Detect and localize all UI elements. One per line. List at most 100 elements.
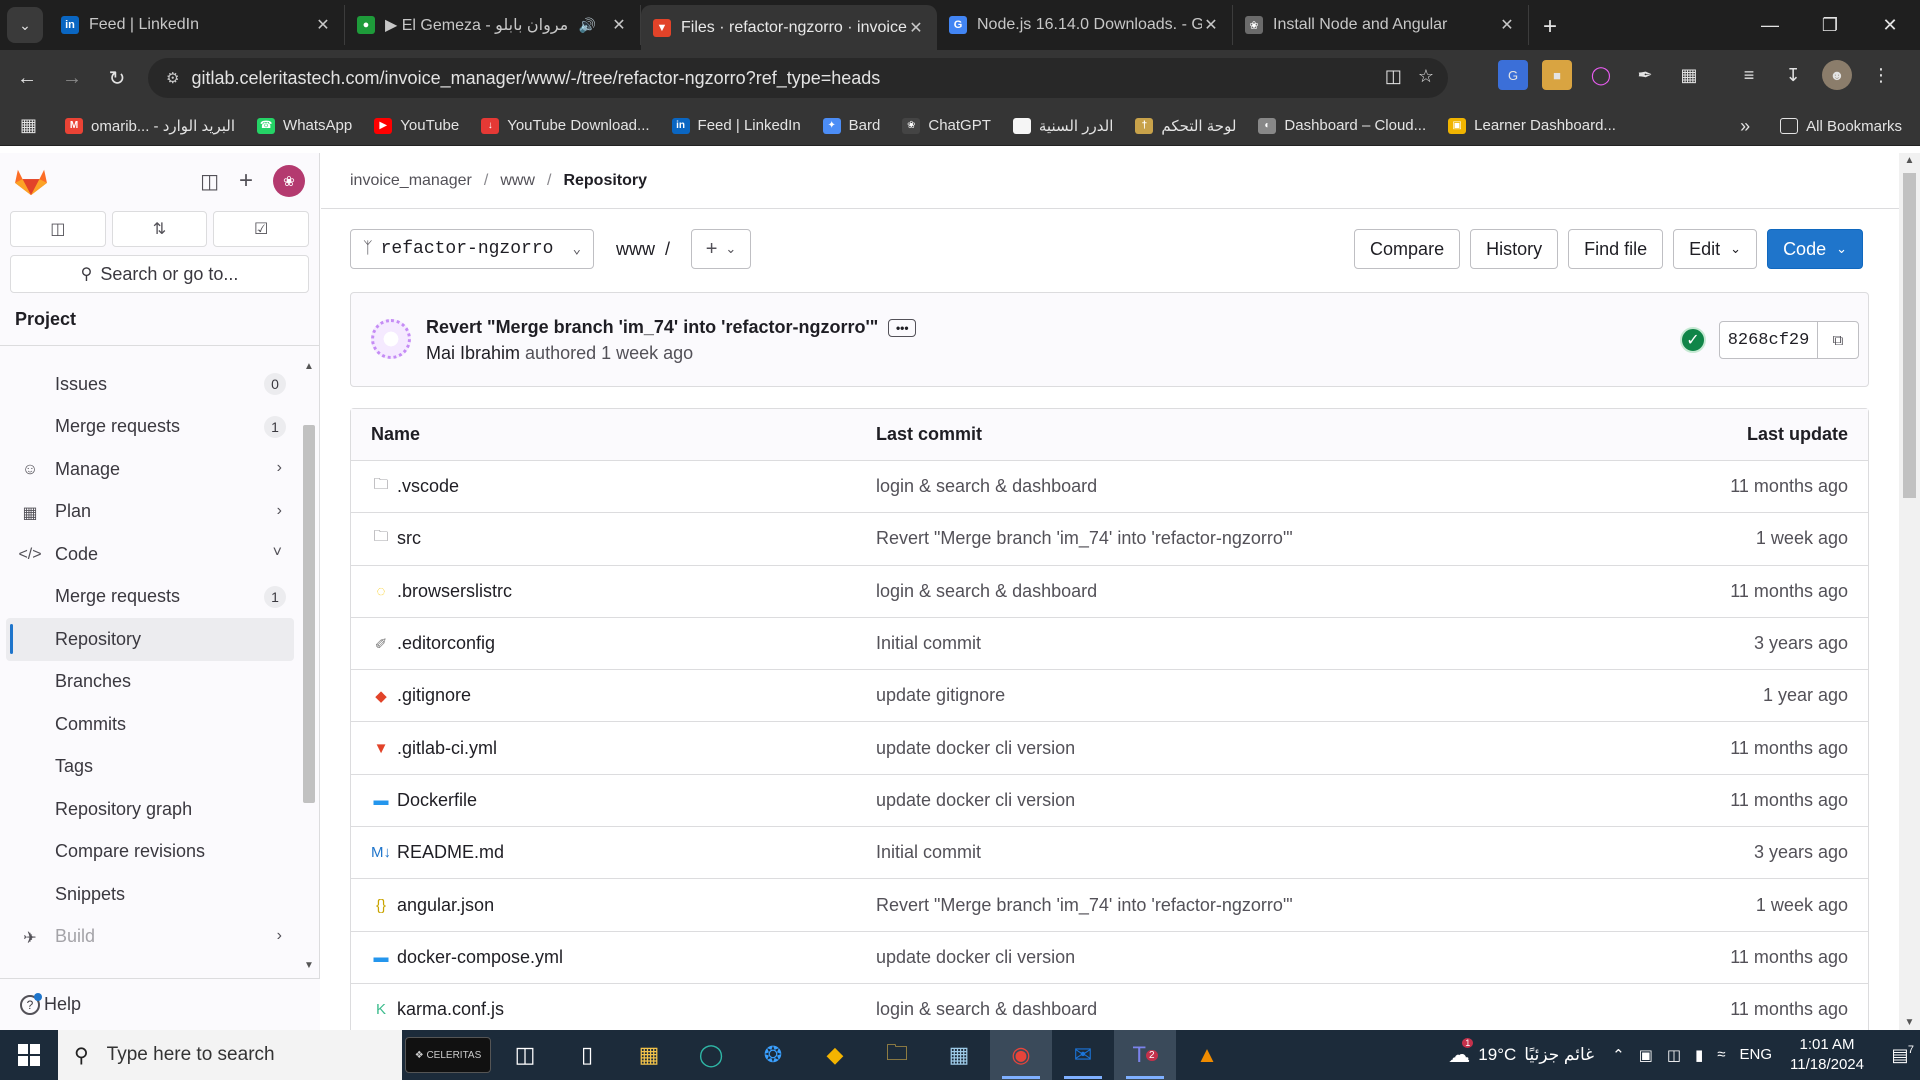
table-row[interactable]: M↓ README.md Initial commit 3 years ago (351, 827, 1868, 880)
last-commit-message[interactable]: login & search & dashboard (876, 984, 1097, 1030)
wifi-icon[interactable]: ≈ (1717, 1046, 1725, 1064)
scroll-down-icon[interactable]: ▼ (301, 960, 317, 976)
browser-tab[interactable]: ● ▶ El Gemeza - مروان بابلو 🔊 ✕ (345, 5, 641, 45)
table-row[interactable]: ▬ docker-compose.yml update docker cli ver… (351, 932, 1868, 984)
media-control-icon[interactable]: ≡ (1734, 60, 1764, 90)
file-explorer-icon[interactable]: 🗀 (866, 1030, 928, 1080)
start-button[interactable] (0, 1030, 58, 1080)
back-button[interactable]: ← (9, 60, 45, 96)
toggle-sidebar-icon[interactable]: ◫ (200, 169, 219, 194)
bookmark-item[interactable]: ❀ ChatGPT (902, 117, 991, 134)
close-tab-icon[interactable]: ✕ (1202, 15, 1220, 35)
table-row[interactable]: ✐ .editorconfig Initial commit 3 years ago (351, 618, 1868, 671)
file-name-cell[interactable]: {} angular.json (371, 879, 494, 930)
file-name-cell[interactable]: ▼ .gitlab-ci.yml (371, 722, 497, 773)
file-name[interactable]: .browserslistrc (397, 581, 512, 602)
language-indicator[interactable]: ENG (1740, 1046, 1773, 1064)
new-tab-button[interactable]: + (1543, 13, 1557, 41)
close-tab-icon[interactable]: ✕ (907, 18, 925, 38)
file-name-cell[interactable]: ◆ .gitignore (371, 670, 471, 721)
chrome-icon[interactable]: ◉ (990, 1030, 1052, 1080)
store-icon[interactable]: ▦ (618, 1030, 680, 1080)
browser-tab[interactable]: ❀ Install Node and Angular ✕ (1233, 5, 1529, 45)
file-name[interactable]: .gitlab-ci.yml (397, 738, 497, 759)
sidebar-item-build[interactable]: ✈ Build › (0, 916, 296, 959)
last-commit-message[interactable]: Revert "Merge branch 'im_74' into 'refac… (876, 879, 1293, 930)
search-or-go-button[interactable]: ⚲ Search or go to... (10, 255, 309, 293)
file-name-cell[interactable]: 🗀 .vscode (371, 461, 459, 512)
last-commit-message[interactable]: login & search & dashboard (876, 461, 1097, 512)
last-commit-message[interactable]: Initial commit (876, 827, 981, 878)
bookmark-star-icon[interactable]: ☆ (1418, 66, 1434, 87)
add-file-dropdown[interactable]: + ⌄ (691, 229, 751, 269)
browser-tab[interactable]: G Node.js 16.14.0 Downloads. - G ✕ (937, 5, 1233, 45)
browser-tab[interactable]: ▼ Files · refactor-ngzorro · invoice ✕ (641, 5, 937, 50)
reload-button[interactable]: ↻ (99, 60, 135, 96)
bookmark-item[interactable]: ✦ Bard (822, 117, 880, 134)
file-name[interactable]: docker-compose.yml (397, 947, 563, 968)
download-icon[interactable]: ↧ (1778, 60, 1808, 90)
vlc-icon[interactable]: ▲ (1176, 1030, 1238, 1080)
clock[interactable]: 1:01 AM 11/18/2024 (1790, 1035, 1864, 1075)
task-view-icon[interactable]: ◫ (494, 1030, 556, 1080)
file-name[interactable]: karma.conf.js (397, 999, 504, 1020)
history-button[interactable]: History (1470, 229, 1559, 269)
table-row[interactable]: 🗀 src Revert "Merge branch 'im_74' into 'r… (351, 513, 1868, 566)
file-name-cell[interactable]: M↓ README.md (371, 827, 504, 878)
bookmark-item[interactable]: in Feed | LinkedIn (671, 117, 801, 134)
file-app-icon[interactable]: ▯ (556, 1030, 618, 1080)
last-commit-message[interactable]: update docker cli version (876, 775, 1075, 826)
taskbar-search[interactable]: ⚲ Type here to search (58, 1030, 402, 1080)
table-row[interactable]: ▼ .gitlab-ci.yml update docker cli version… (351, 722, 1868, 775)
file-name-cell[interactable]: ◌ .browserslistrc (371, 566, 512, 617)
teams-icon[interactable]: T2 (1114, 1030, 1176, 1080)
file-name[interactable]: src (397, 528, 421, 549)
last-commit-message[interactable]: update gitignore (876, 670, 1005, 721)
path-root[interactable]: www (616, 239, 655, 259)
close-tab-icon[interactable]: ✕ (1498, 15, 1516, 35)
breadcrumb-group[interactable]: invoice_manager (350, 172, 472, 190)
file-name[interactable]: .vscode (397, 476, 459, 497)
eyedropper-extension-icon[interactable]: ✒ (1630, 60, 1660, 90)
extensions-puzzle-icon[interactable]: ▦ (1674, 60, 1704, 90)
pipeline-passed-icon[interactable]: ✓ (1680, 327, 1706, 353)
bookmark-item[interactable]: ▣ Learner Dashboard... (1448, 117, 1616, 134)
bookmark-item[interactable]: ☎ WhatsApp (257, 117, 352, 134)
bookmark-item[interactable]: Momarib... - البريد الوارد (65, 117, 235, 135)
last-commit-message[interactable]: login & search & dashboard (876, 566, 1097, 617)
todo-button[interactable]: ☑ (213, 211, 310, 247)
color-extension-icon[interactable]: ◯ (1586, 60, 1616, 90)
restore-button[interactable]: ❐ (1800, 0, 1860, 50)
sidebar-item-issues[interactable]: Issues 0 (0, 363, 296, 406)
install-app-icon[interactable]: ◫ (1385, 66, 1402, 87)
more-bookmarks-icon[interactable]: » (1740, 116, 1750, 137)
notepad-app-icon[interactable]: ▦ (928, 1030, 990, 1080)
create-new-icon[interactable]: + (239, 167, 253, 195)
commit-title-link[interactable]: Revert "Merge branch 'im_74' into 'refac… (426, 317, 878, 337)
close-tab-icon[interactable]: ✕ (314, 15, 332, 35)
file-name-cell[interactable]: ▬ docker-compose.yml (371, 932, 564, 983)
file-name-cell[interactable]: 🗀 src (371, 513, 421, 564)
apps-grid-icon[interactable]: ▦ (20, 115, 37, 136)
table-row[interactable]: ▬ Dockerfile update docker cli version 11 m… (351, 775, 1868, 828)
show-hidden-icons-icon[interactable]: ⌃ (1612, 1046, 1625, 1064)
sidebar-item-merge-requests[interactable]: Merge requests 1 (0, 406, 296, 449)
help-button[interactable]: ? Help (0, 978, 320, 1030)
table-row[interactable]: ◆ .gitignore update gitignore 1 year ago (351, 670, 1868, 723)
git-app-icon[interactable]: ◆ (804, 1030, 866, 1080)
celeritas-app-icon[interactable]: ❖ CELERITAS (402, 1030, 494, 1080)
merge-requests-button[interactable]: ⇅ (111, 211, 208, 247)
commit-author-name[interactable]: Mai Ibrahim (426, 343, 520, 363)
all-bookmarks-folder[interactable]: All Bookmarks (1780, 118, 1902, 135)
breadcrumb-project[interactable]: www (500, 172, 535, 190)
last-commit-message[interactable]: update docker cli version (876, 932, 1075, 983)
translate-extension-icon[interactable]: G (1498, 60, 1528, 90)
close-window-button[interactable]: ✕ (1860, 0, 1920, 50)
display-icon[interactable]: ◫ (1667, 1046, 1681, 1064)
speaker-icon[interactable]: 🔊 (579, 17, 596, 34)
sidebar-item-repository[interactable]: Repository (6, 618, 294, 661)
file-name-cell[interactable]: ▬ Dockerfile (371, 775, 478, 826)
scroll-up-icon[interactable]: ▲ (301, 361, 317, 377)
copy-sha-button[interactable]: ⧉ (1818, 322, 1858, 358)
table-row[interactable]: {} angular.json Revert "Merge branch 'im_7… (351, 879, 1868, 932)
